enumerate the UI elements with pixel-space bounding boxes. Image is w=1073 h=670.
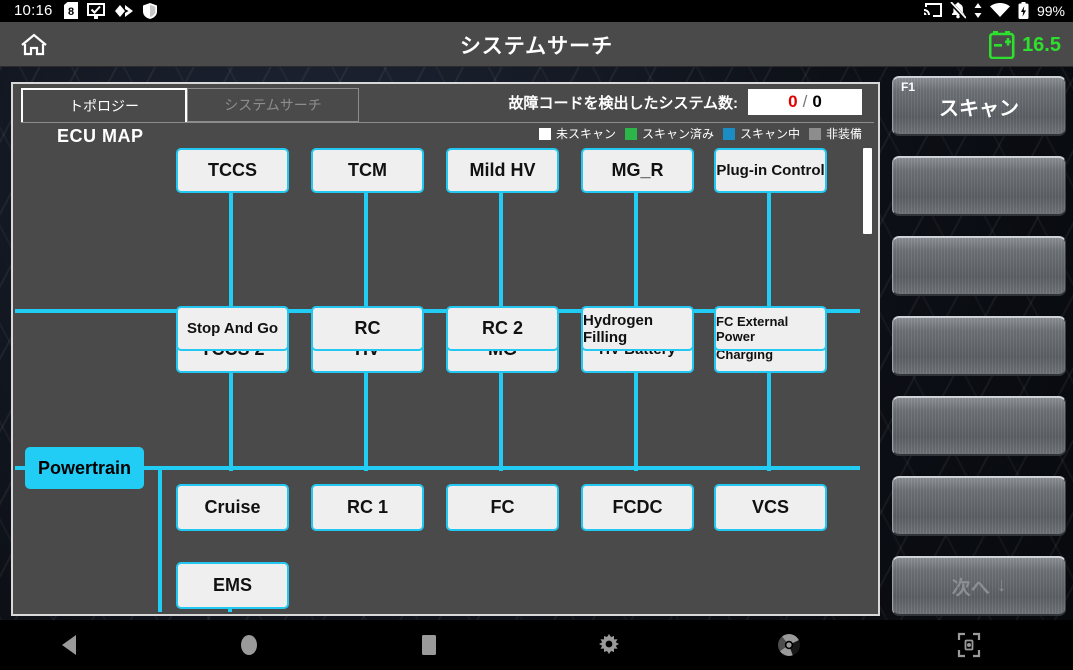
svg-text:8: 8 xyxy=(68,6,74,18)
tab-system-search[interactable]: システムサーチ xyxy=(187,88,359,122)
app-title-bar: システムサーチ 16.5 xyxy=(0,22,1073,67)
fkey-next-label-wrap: 次へ ↓ xyxy=(952,573,1007,600)
tab-underline xyxy=(21,122,874,123)
fault-code-count: 故障コードを検出したシステム数: 0 / 0 xyxy=(508,89,862,115)
nav-home-button[interactable] xyxy=(214,620,284,670)
node-mg-r[interactable]: MG_R xyxy=(581,148,694,193)
nav-settings-button[interactable] xyxy=(574,620,644,670)
legend-label-scanned: スキャン済み xyxy=(641,127,714,141)
status-bar-right-icons: 99% xyxy=(923,2,1065,19)
legend-item-not-equipped: 非装備 xyxy=(808,125,862,142)
diamond-arrow-icon xyxy=(115,4,133,17)
fkey-slot-5[interactable] xyxy=(892,396,1066,456)
fkey-slot-6[interactable] xyxy=(892,476,1066,536)
bus-trunk-vertical xyxy=(158,466,162,612)
topology-panel: トポロジー システムサーチ ECU MAP 故障コードを検出したシステム数: 0… xyxy=(11,82,880,616)
wire-col5-upper xyxy=(767,191,771,313)
node-rc-2[interactable]: RC 2 xyxy=(446,306,559,351)
fkey-next-button[interactable]: 次へ ↓ xyxy=(892,556,1066,616)
fkey-f1-tag: F1 xyxy=(901,80,916,94)
ecu-topology-diagram: Powertrain TCCS TCM Mild HV MG_R Plug-in… xyxy=(15,146,870,612)
home-circle-icon xyxy=(241,635,257,655)
battery-charging-icon xyxy=(1018,2,1029,19)
status-bar-clock: 10:16 xyxy=(14,2,53,19)
fault-count-label: 故障コードを検出したシステム数: xyxy=(508,94,738,112)
node-tcm[interactable]: TCM xyxy=(311,148,424,193)
nav-browser-button[interactable] xyxy=(754,620,824,670)
vehicle-battery-icon xyxy=(989,31,1015,59)
fkey-slot-3[interactable] xyxy=(892,236,1066,296)
settings-gear-icon xyxy=(599,634,619,654)
fkey-slot-4[interactable] xyxy=(892,316,1066,376)
node-rc[interactable]: RC xyxy=(311,306,424,351)
ecu-map-title: ECU MAP xyxy=(57,126,144,146)
node-powertrain[interactable]: Powertrain xyxy=(25,447,144,489)
screenshot-icon xyxy=(957,632,981,658)
fault-count-detected: 0 xyxy=(788,92,798,111)
wire-col3-upper xyxy=(499,191,503,313)
function-key-panel: F1 スキャン 次へ ↓ xyxy=(888,76,1069,616)
node-fc[interactable]: FC xyxy=(446,484,559,531)
nav-back-button[interactable] xyxy=(34,620,104,670)
voltage-indicator: 16.5 xyxy=(989,30,1061,60)
node-ems[interactable]: EMS xyxy=(176,562,289,609)
node-mild-hv[interactable]: Mild HV xyxy=(446,148,559,193)
chrome-browser-icon xyxy=(777,634,801,656)
legend-label-not-scanned: 未スキャン xyxy=(555,127,616,141)
node-vcs[interactable]: VCS xyxy=(714,484,827,531)
fkey-scan-button[interactable]: F1 スキャン xyxy=(892,76,1066,136)
arrow-down-icon: ↓ xyxy=(996,575,1007,596)
legend-label-not-equipped: 非装備 xyxy=(825,127,862,141)
battery-percent-label: 99% xyxy=(1036,2,1065,19)
node-stop-and-go[interactable]: Stop And Go xyxy=(176,306,289,351)
screen-root: 10:16 8 99% システムサーチ 16.5 トポロジー システムサーチ E… xyxy=(0,0,1073,670)
wire-col1-upper xyxy=(229,191,233,313)
wifi-icon xyxy=(989,3,1010,18)
legend-swatch-scanned xyxy=(624,127,637,140)
fkey-next-text: 次へ xyxy=(951,577,990,599)
display-check-icon xyxy=(87,2,105,19)
legend-swatch-not-scanned xyxy=(538,127,551,140)
fault-count-total: 0 xyxy=(812,92,822,111)
recents-square-icon xyxy=(422,635,436,655)
legend-item-scanning: スキャン中 xyxy=(722,125,800,142)
node-hydrogen-filling[interactable]: Hydrogen Filling xyxy=(581,306,694,351)
fkey-slot-2[interactable] xyxy=(892,156,1066,216)
legend-item-not-scanned: 未スキャン xyxy=(538,125,616,142)
node-plug-in-control[interactable]: Plug-in Control xyxy=(714,148,827,193)
shield-icon xyxy=(143,2,157,19)
tab-topology[interactable]: トポロジー xyxy=(21,88,187,122)
topology-scrollbar-thumb[interactable] xyxy=(863,148,872,234)
page-title: システムサーチ xyxy=(459,34,614,58)
legend-swatch-not-equipped xyxy=(808,127,821,140)
wire-col4-upper xyxy=(634,191,638,313)
android-status-bar: 10:16 8 99% xyxy=(0,0,1073,22)
node-rc-1[interactable]: RC 1 xyxy=(311,484,424,531)
node-fcdc[interactable]: FCDC xyxy=(581,484,694,531)
fault-count-separator: / xyxy=(802,92,808,111)
wire-col2-upper xyxy=(364,191,368,313)
fkey-scan-label: スキャン xyxy=(939,97,1019,120)
node-fc-external-power[interactable]: FC External Power xyxy=(714,306,827,351)
tab-bar: トポロジー システムサーチ xyxy=(21,88,359,122)
fault-count-value-box: 0 / 0 xyxy=(748,89,862,115)
status-bar-left-icons: 8 xyxy=(64,2,157,19)
node-cruise[interactable]: Cruise xyxy=(176,484,289,531)
legend-swatch-scanning xyxy=(722,127,735,140)
back-icon xyxy=(61,635,76,655)
voltage-value: 16.5 xyxy=(1022,33,1061,56)
sim-card-icon: 8 xyxy=(64,2,78,19)
node-tccs[interactable]: TCCS xyxy=(176,148,289,193)
status-legend: 未スキャン スキャン済み スキャン中 非装備 xyxy=(538,125,862,142)
vpn-arrows-icon xyxy=(974,3,982,18)
nav-recents-button[interactable] xyxy=(394,620,464,670)
cast-icon xyxy=(923,3,942,17)
android-nav-bar xyxy=(0,620,1073,670)
nav-screenshot-button[interactable] xyxy=(934,620,1004,670)
legend-item-scanned: スキャン済み xyxy=(624,125,714,142)
notifications-off-icon xyxy=(949,2,966,19)
legend-label-scanning: スキャン中 xyxy=(739,127,800,141)
